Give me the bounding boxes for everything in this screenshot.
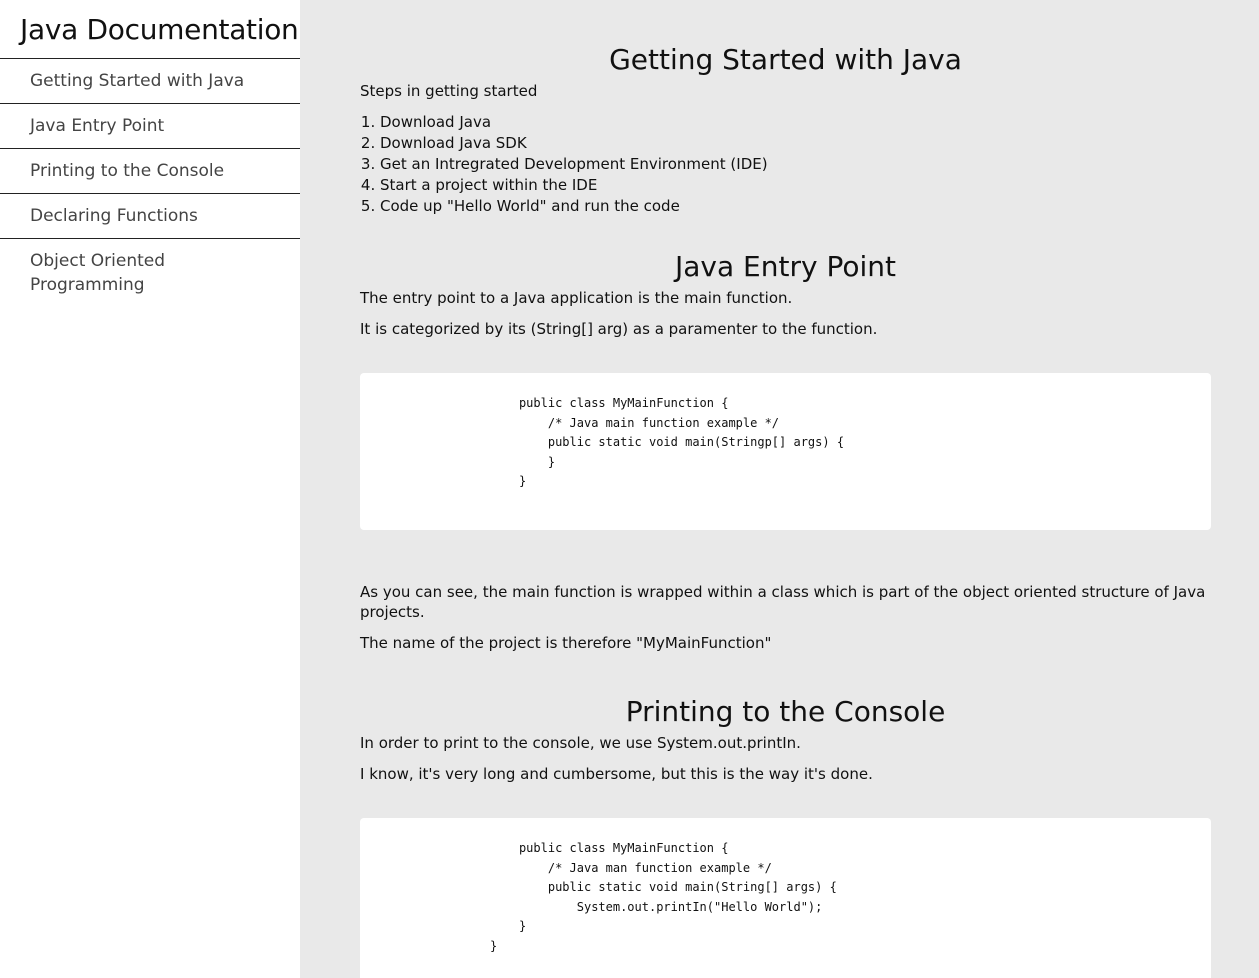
step-item: Get an Intregrated Development Environme… bbox=[380, 154, 1211, 175]
nav-link-oop[interactable]: Object Oriented Programming bbox=[0, 239, 300, 307]
navbar: Java Documentation Getting Started with … bbox=[0, 0, 300, 978]
code-line: System.out.printIn("Hello World"); bbox=[360, 899, 823, 914]
code-line: public class MyMainFunction { bbox=[360, 841, 729, 855]
code-line: } bbox=[360, 938, 498, 953]
step-item: Code up "Hello World" and run the code bbox=[380, 196, 1211, 217]
section-paragraph: The name of the project is therefore "My… bbox=[360, 634, 772, 652]
section-title: Java Entry Point bbox=[675, 250, 896, 283]
nav-link-entry-point[interactable]: Java Entry Point bbox=[0, 104, 300, 149]
code-line: /* Java main function example */ bbox=[360, 415, 780, 430]
section-paragraph: In order to print to the console, we use… bbox=[360, 734, 801, 752]
code-line: } bbox=[360, 919, 527, 934]
section-paragraph: It is categorized by its (String[] arg) … bbox=[360, 320, 878, 338]
code-block: public class MyMainFunction { /* Java ma… bbox=[360, 373, 1211, 530]
main-document: Getting Started with Java Steps in getti… bbox=[300, 0, 1259, 978]
nav-list: Getting Started with Java Java Entry Poi… bbox=[0, 59, 300, 307]
code-block: public class MyMainFunction { /* Java ma… bbox=[360, 818, 1211, 978]
code-line: public class MyMainFunction { bbox=[360, 396, 729, 410]
nav-item: Declaring Functions bbox=[0, 194, 300, 239]
section-paragraph: The entry point to a Java application is… bbox=[360, 289, 793, 307]
nav-link-declaring-functions[interactable]: Declaring Functions bbox=[0, 194, 300, 239]
step-item: Start a project within the IDE bbox=[380, 175, 1211, 196]
navbar-title: Java Documentation bbox=[0, 0, 300, 59]
section-paragraph: As you can see, the main function is wra… bbox=[360, 583, 1206, 621]
code-line: } bbox=[360, 454, 556, 469]
nav-item: Object Oriented Programming bbox=[0, 239, 300, 307]
section-getting-started: Getting Started with Java Steps in getti… bbox=[300, 0, 1259, 217]
nav-item: Printing to the Console bbox=[0, 149, 300, 194]
section-printing: Printing to the Console In order to prin… bbox=[300, 664, 1259, 978]
section-paragraph: Steps in getting started bbox=[360, 82, 538, 100]
code-line: public static void main(Stringp[] args) … bbox=[360, 435, 845, 450]
code-line: /* Java man function example */ bbox=[360, 860, 772, 875]
section-paragraph: I know, it's very long and cumbersome, b… bbox=[360, 765, 873, 783]
nav-item: Getting Started with Java bbox=[0, 59, 300, 104]
nav-item: Java Entry Point bbox=[0, 104, 300, 149]
nav-link-getting-started[interactable]: Getting Started with Java bbox=[0, 59, 300, 104]
step-item: Download Java bbox=[380, 112, 1211, 133]
section-title: Getting Started with Java bbox=[609, 43, 962, 76]
step-item: Download Java SDK bbox=[380, 133, 1211, 154]
code-line: } bbox=[360, 474, 527, 489]
steps-list: Download Java Download Java SDK Get an I… bbox=[360, 112, 1211, 217]
code-line: public static void main(String[] args) { bbox=[360, 880, 837, 895]
nav-link-printing[interactable]: Printing to the Console bbox=[0, 149, 300, 194]
section-title: Printing to the Console bbox=[625, 695, 946, 728]
section-entry-point: Java Entry Point The entry point to a Ja… bbox=[300, 217, 1259, 653]
